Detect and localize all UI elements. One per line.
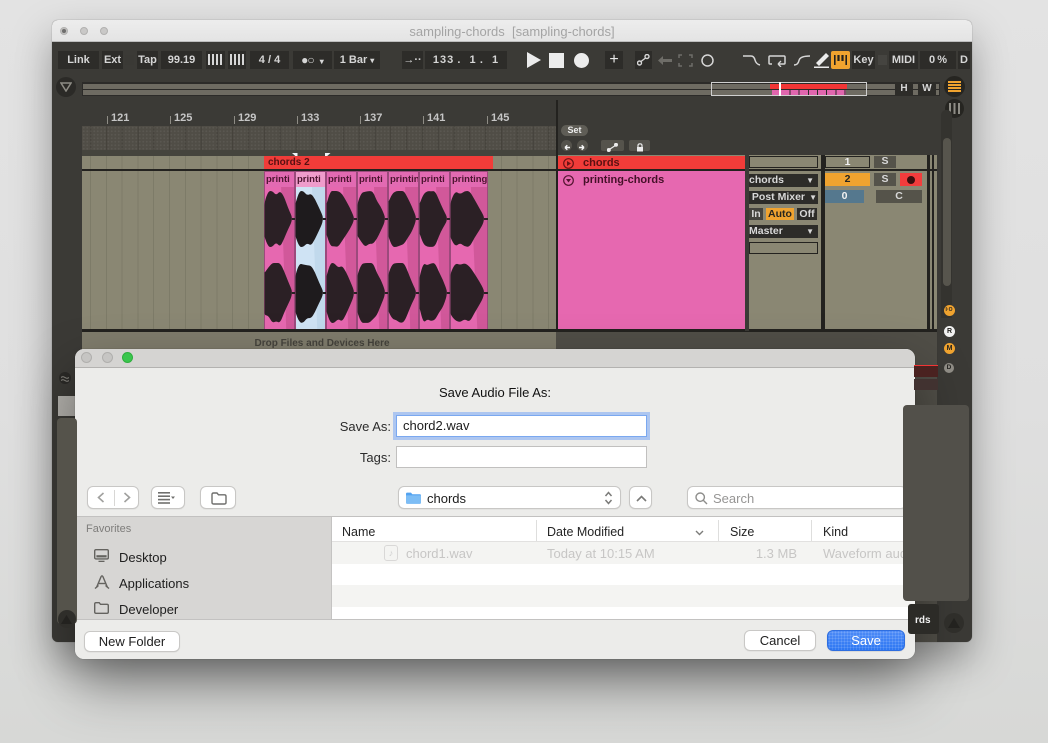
- svg-text:printing: printing: [452, 174, 488, 185]
- svg-text:printi: printi: [359, 174, 383, 185]
- svg-text:printi: printi: [266, 174, 290, 185]
- svg-text:printi: printi: [421, 174, 445, 185]
- svg-text:printi: printi: [297, 174, 321, 185]
- svg-text:printin: printin: [390, 174, 420, 185]
- svg-text:printi: printi: [328, 174, 352, 185]
